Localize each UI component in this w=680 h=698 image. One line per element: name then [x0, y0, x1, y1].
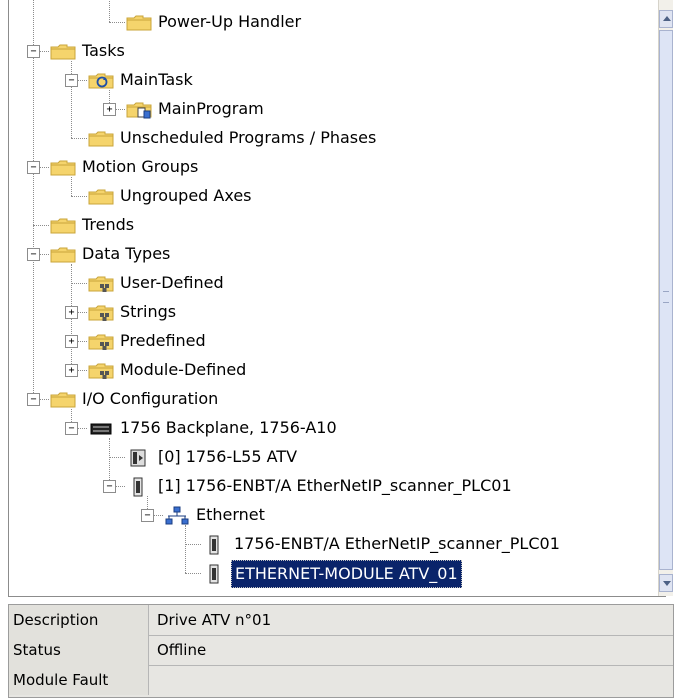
tree-item-predefined[interactable]: Predefined: [9, 327, 659, 356]
datatype-icon: [87, 361, 115, 381]
collapse-icon[interactable]: −: [65, 422, 78, 435]
expand-icon[interactable]: +: [65, 335, 78, 348]
tree-item-label: 1756-ENBT/A EtherNetIP_scanner_PLC01: [234, 534, 560, 553]
tree-item-label: User-Defined: [120, 273, 224, 292]
folder-icon: [49, 245, 77, 265]
datatype-icon: [87, 274, 115, 294]
tree-item-trends[interactable]: Trends: [9, 211, 659, 240]
folder-icon: [49, 216, 77, 236]
tree-item-label: Strings: [120, 302, 177, 321]
tree-item-label: Predefined: [120, 331, 206, 350]
tree-item-user-defined[interactable]: User-Defined: [9, 269, 659, 298]
collapse-icon[interactable]: −: [65, 74, 78, 87]
scroll-up-button[interactable]: [659, 10, 673, 28]
collapse-icon[interactable]: −: [27, 393, 40, 406]
collapse-icon[interactable]: −: [141, 509, 154, 522]
folder-icon: [49, 390, 77, 410]
tree-item-label: Power-Up Handler: [158, 12, 302, 31]
property-key: Description: [9, 605, 149, 635]
property-row-module-fault: Module Fault: [9, 665, 673, 695]
tree-item-backplane[interactable]: 1756 Backplane, 1756-A10: [9, 414, 659, 443]
properties-pane: Description Drive ATV n°01 Status Offlin…: [8, 604, 674, 698]
tree-item-enbt-node[interactable]: 1756-ENBT/A EtherNetIP_scanner_PLC01: [9, 530, 659, 559]
property-key: Status: [9, 635, 149, 665]
folder-icon: [87, 129, 115, 149]
rslogix-controller-organizer: Power-Up Handler Tasks − MainTask − MainProgr…: [0, 0, 680, 698]
tree-item-tasks[interactable]: Tasks: [9, 37, 659, 66]
tree-item-ethernet-module-atv01[interactable]: ETHERNET-MODULE ATV_01: [9, 559, 659, 588]
property-value: Drive ATV n°01: [157, 611, 272, 629]
property-row-description: Description Drive ATV n°01: [9, 605, 673, 636]
expand-icon[interactable]: +: [65, 364, 78, 377]
tree-item-power-up-handler[interactable]: Power-Up Handler: [9, 8, 659, 37]
datatype-icon: [87, 332, 115, 352]
tree-item-unscheduled-programs[interactable]: Unscheduled Programs / Phases: [9, 124, 659, 153]
tree-item-io-configuration[interactable]: I/O Configuration: [9, 385, 659, 414]
tree-item-label: MainProgram: [158, 99, 264, 118]
arrow-down-icon: [663, 581, 671, 586]
tree-item-label: Unscheduled Programs / Phases: [120, 128, 377, 147]
tree-item-ungrouped-axes[interactable]: Ungrouped Axes: [9, 182, 659, 211]
folder-icon: [87, 187, 115, 207]
cpu-icon: [125, 448, 153, 468]
folder-icon: [125, 13, 153, 33]
folder-icon: [49, 42, 77, 62]
tree-item-label: 1756 Backplane, 1756-A10: [120, 418, 337, 437]
grip-icon: [663, 291, 669, 303]
property-row-status: Status Offline: [9, 635, 673, 666]
project-tree[interactable]: Power-Up Handler Tasks − MainTask − MainProgr…: [9, 0, 659, 596]
tree-item-label: [0] 1756-L55 ATV: [158, 447, 298, 466]
controller-organizer-tree-panel: Power-Up Handler Tasks − MainTask − MainProgr…: [8, 0, 666, 597]
collapse-icon[interactable]: −: [27, 248, 40, 261]
collapse-icon[interactable]: −: [27, 161, 40, 174]
arrow-up-icon: [663, 16, 671, 21]
tree-item-label: Ungrouped Axes: [120, 186, 252, 205]
network-icon: [163, 506, 191, 526]
tree-item-label: Trends: [82, 215, 135, 234]
program-icon: [125, 100, 153, 120]
expand-icon[interactable]: +: [65, 306, 78, 319]
folder-icon: [49, 158, 77, 178]
tree-item-label: I/O Configuration: [82, 389, 219, 408]
tree-item-label: [1] 1756-ENBT/A EtherNetIP_scanner_PLC01: [158, 476, 512, 495]
tree-item-label: Ethernet: [196, 505, 265, 524]
tree-item-label: MainTask: [120, 70, 193, 89]
module-icon: [125, 477, 153, 497]
collapse-icon[interactable]: −: [27, 45, 40, 58]
module-icon: [201, 564, 229, 584]
collapse-icon[interactable]: −: [103, 480, 116, 493]
tree-item-label: Data Types: [82, 244, 171, 263]
task-icon: [87, 71, 115, 91]
scroll-thumb[interactable]: [659, 30, 673, 570]
vertical-scrollbar[interactable]: [658, 0, 673, 596]
tree-item-ethernet[interactable]: Ethernet: [9, 501, 659, 530]
tree-item-strings[interactable]: Strings: [9, 298, 659, 327]
scroll-down-button[interactable]: [659, 574, 673, 592]
tree-item-label: Module-Defined: [120, 360, 247, 379]
tree-item-module-defined[interactable]: Module-Defined: [9, 356, 659, 385]
tree-item-motion-groups[interactable]: Motion Groups: [9, 153, 659, 182]
tree-item-controller-slot0[interactable]: [0] 1756-L55 ATV: [9, 443, 659, 472]
property-value: Offline: [157, 641, 207, 659]
tree-item-label: Tasks: [82, 41, 125, 60]
expand-icon[interactable]: +: [103, 103, 116, 116]
module-icon: [201, 535, 229, 555]
tree-item-data-types[interactable]: Data Types: [9, 240, 659, 269]
tree-item-maintask[interactable]: MainTask: [9, 66, 659, 95]
datatype-icon: [87, 303, 115, 323]
tree-item-label: ETHERNET-MODULE ATV_01: [231, 560, 462, 588]
property-key: Module Fault: [9, 665, 149, 695]
tree-item-label: Motion Groups: [82, 157, 199, 176]
backplane-icon: [87, 419, 115, 439]
